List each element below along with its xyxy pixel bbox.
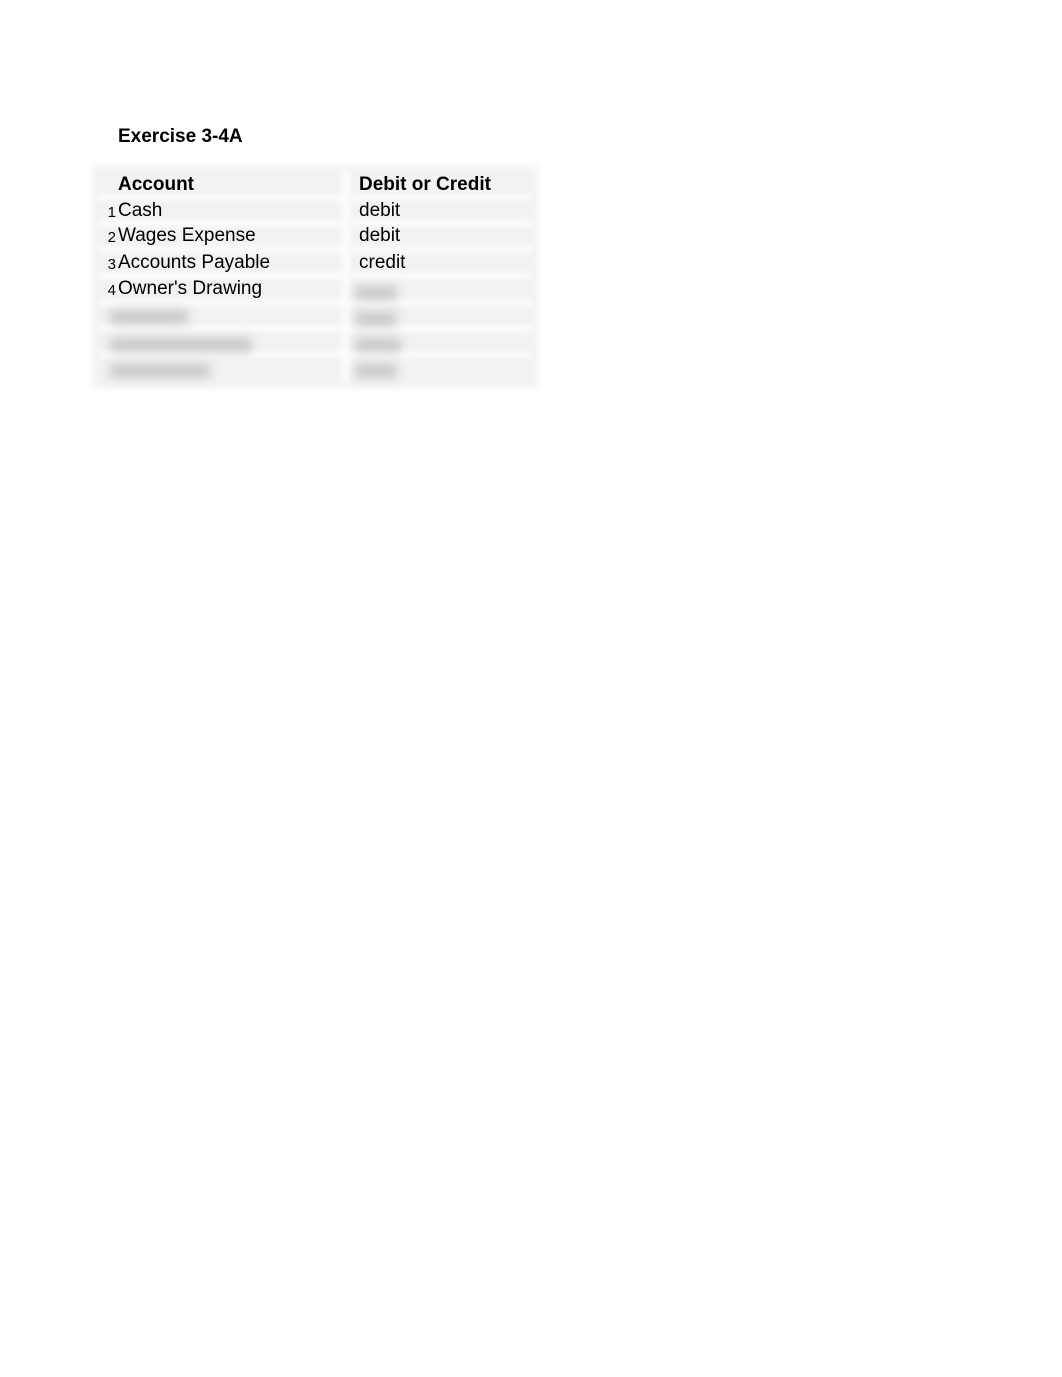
debit-credit-cell: credit	[359, 252, 406, 273]
blurred-account	[110, 364, 210, 378]
account-cell: Wages Expense	[118, 225, 256, 246]
blurred-answer	[355, 364, 397, 378]
account-cell: Cash	[118, 200, 163, 221]
table-row: 3 Accounts Payable credit	[92, 250, 538, 276]
blurred-account	[110, 310, 188, 324]
blurred-answer	[355, 286, 397, 300]
blurred-answer	[355, 312, 397, 326]
exercise-title: Exercise 3-4A	[118, 126, 243, 147]
header-account: Account	[118, 174, 194, 195]
account-cell: Owner's Drawing	[118, 278, 263, 299]
answer-table: Account Debit or Credit 1 Cash debit 2 W…	[92, 166, 538, 388]
debit-credit-cell: debit	[359, 200, 401, 221]
row-number: 4	[107, 282, 116, 299]
blurred-answer	[355, 338, 401, 352]
header-debit-or-credit: Debit or Credit	[359, 174, 491, 195]
table-header-row: Account Debit or Credit	[92, 172, 538, 198]
debit-credit-cell: debit	[359, 225, 401, 246]
blurred-account	[110, 338, 252, 352]
account-cell: Accounts Payable	[118, 252, 271, 273]
row-number: 2	[107, 229, 116, 246]
table-row: 1 Cash debit	[92, 198, 538, 224]
table-row: 2 Wages Expense debit	[92, 223, 538, 249]
row-number: 3	[107, 256, 116, 273]
table-row: 4 Owner's Drawing	[92, 276, 538, 302]
